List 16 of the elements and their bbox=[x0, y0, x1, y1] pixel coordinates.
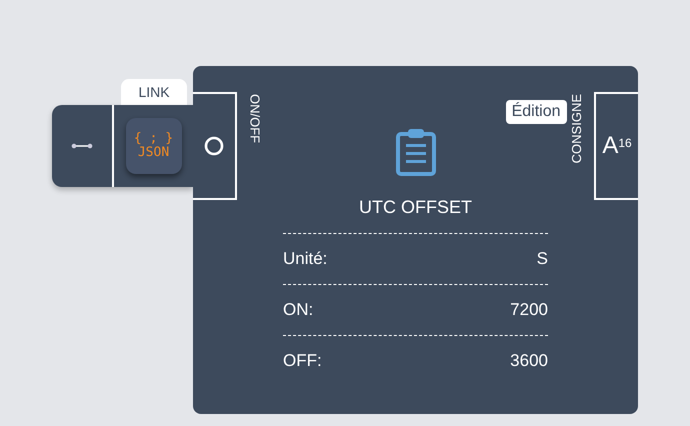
consigne-button[interactable]: A$^{16}$ bbox=[594, 92, 638, 200]
edit-label: Édition bbox=[506, 100, 566, 124]
field-value: 3600 bbox=[510, 350, 548, 372]
field-value: S bbox=[536, 248, 548, 270]
field-value: 7200 bbox=[510, 299, 548, 322]
field-label: ON: bbox=[283, 299, 314, 322]
consigne-label: CONSIGNE bbox=[568, 94, 584, 164]
field-label: OFF: bbox=[283, 350, 322, 372]
circle-icon bbox=[204, 136, 224, 156]
clipboard-icon bbox=[394, 128, 436, 176]
field-label: Unité: bbox=[283, 248, 328, 270]
link-tab[interactable]: LINK bbox=[121, 79, 187, 105]
onoff-button[interactable] bbox=[193, 92, 237, 200]
connector-icon[interactable] bbox=[71, 143, 93, 149]
onoff-label: ON/OFF bbox=[246, 94, 264, 144]
panel-title: UTC OFFSET bbox=[359, 196, 472, 219]
